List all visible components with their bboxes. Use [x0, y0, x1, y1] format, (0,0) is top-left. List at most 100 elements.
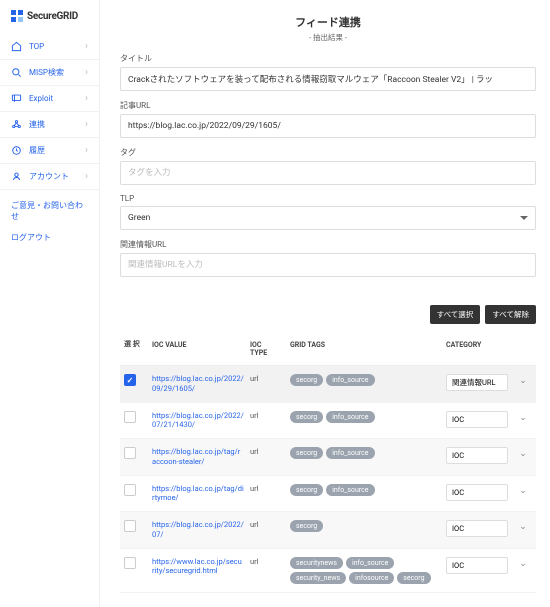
row-checkbox[interactable] [124, 374, 136, 386]
sidebar-item-label: MISP検索 [29, 67, 64, 78]
ioc-type: url [250, 520, 284, 529]
chevron-down-icon[interactable]: ⌄ [514, 447, 532, 459]
select-all-button[interactable]: すべて選択 [430, 305, 481, 324]
chevron-right-icon: › [85, 67, 88, 78]
title-input[interactable] [120, 67, 536, 91]
grid-tag: securitynews [290, 557, 343, 569]
sidebar-item-flag[interactable]: Exploit › [0, 86, 99, 112]
chevron-down-icon[interactable]: ⌄ [514, 484, 532, 496]
grid-tags: secorginfo_source [290, 411, 440, 423]
logout-link[interactable]: ログアウト [11, 232, 88, 243]
sidebar-item-label: Exploit [29, 94, 53, 103]
sidebar-item-label: 履歴 [29, 145, 45, 156]
grid-tag: secorg [397, 572, 430, 584]
row-checkbox[interactable] [124, 484, 136, 496]
grid-tag: info_source [326, 374, 374, 386]
row-checkbox[interactable] [124, 520, 136, 532]
sidebar-item-home[interactable]: TOP › [0, 34, 99, 60]
user-icon [11, 171, 22, 182]
tag-input[interactable] [120, 161, 536, 185]
related-url-input[interactable] [120, 253, 536, 277]
grid-tag: security_news [290, 572, 346, 584]
article-url-input[interactable] [120, 114, 536, 138]
grid-tags: secorg [290, 520, 440, 532]
feedback-link[interactable]: ご意見・お問い合わせ [11, 200, 88, 222]
sidebar-item-user[interactable]: アカウント› [0, 164, 99, 190]
ioc-type: url [250, 374, 284, 383]
grid-tag: secorg [290, 484, 323, 496]
ioc-type: url [250, 484, 284, 493]
grid-tag: secorg [290, 411, 323, 423]
main-content: フィード連携 - 抽出結果 - タイトル 記事URL タグ TLP 関連情報UR… [100, 0, 550, 607]
sidebar-item-label: 連携 [29, 119, 45, 130]
tlp-label: TLP [120, 194, 536, 203]
table-header: 選 択 IOC VALUE IOC TYPE GRID TAGS CATEGOR… [120, 333, 536, 366]
history-icon [11, 145, 22, 156]
ioc-value-link[interactable]: https://www.lac.co.jp/security/securegri… [152, 557, 244, 577]
grid-tags: secorginfo_source [290, 484, 440, 496]
category-select[interactable] [446, 374, 508, 391]
ioc-table: 選 択 IOC VALUE IOC TYPE GRID TAGS CATEGOR… [120, 333, 536, 593]
grid-tags: secorginfo_source [290, 447, 440, 459]
chevron-right-icon: › [85, 41, 88, 52]
chevron-right-icon: › [85, 145, 88, 156]
sidebar-item-history[interactable]: 履歴 › [0, 138, 99, 164]
category-select[interactable] [446, 484, 508, 501]
home-icon [11, 41, 22, 52]
network-icon [11, 119, 22, 130]
ioc-type: url [250, 447, 284, 456]
tlp-select[interactable] [120, 206, 536, 230]
grid-tag: secorg [290, 447, 323, 459]
table-row: https://www.lac.co.jp/security/securegri… [120, 549, 536, 593]
related-url-label: 関連情報URL [120, 239, 536, 250]
chevron-down-icon[interactable]: ⌄ [514, 557, 532, 569]
category-select[interactable] [446, 520, 508, 537]
deselect-all-button[interactable]: すべて解除 [485, 305, 536, 324]
table-row: https://blog.lac.co.jp/2022/07/url secorg… [120, 512, 536, 549]
row-checkbox[interactable] [124, 411, 136, 423]
chevron-down-icon[interactable]: ⌄ [514, 411, 532, 423]
ioc-type: url [250, 411, 284, 420]
col-grid-tags: GRID TAGS [290, 341, 440, 349]
ioc-value-link[interactable]: https://blog.lac.co.jp/2022/09/29/1605/ [152, 374, 244, 394]
row-checkbox[interactable] [124, 557, 136, 569]
page-subtitle: - 抽出結果 - [120, 32, 536, 43]
category-select[interactable] [446, 557, 508, 574]
table-row: https://blog.lac.co.jp/tag/raccoon-steal… [120, 439, 536, 476]
flag-icon [11, 93, 22, 104]
chevron-right-icon: › [85, 119, 88, 130]
page-title: フィード連携 [120, 14, 536, 30]
chevron-down-icon[interactable]: ⌄ [514, 374, 532, 386]
grid-tags: secorginfo_source [290, 374, 440, 386]
ioc-type: url [250, 557, 284, 566]
sidebar-item-network[interactable]: 連携 › [0, 112, 99, 138]
sidebar-item-label: TOP [29, 42, 44, 51]
grid-tag: info_source [326, 411, 374, 423]
chevron-right-icon: › [85, 171, 88, 182]
grid-tag: secorg [290, 374, 323, 386]
grid-tag: info_source [326, 447, 374, 459]
category-select[interactable] [446, 411, 508, 428]
ioc-value-link[interactable]: https://blog.lac.co.jp/tag/raccoon-steal… [152, 447, 244, 467]
grid-tag: infosource [349, 572, 394, 584]
logo-icon [11, 10, 23, 22]
tag-label: タグ [120, 147, 536, 158]
title-label: タイトル [120, 53, 536, 64]
row-checkbox[interactable] [124, 447, 136, 459]
col-select: 選 択 [124, 341, 146, 348]
chevron-right-icon: › [85, 93, 88, 104]
category-select[interactable] [446, 447, 508, 464]
grid-tags: securitynewsinfo_sourcesecurity_newsinfo… [290, 557, 440, 584]
table-row: https://blog.lac.co.jp/tag/dirtymoe/urls… [120, 476, 536, 513]
col-ioc-value: IOC VALUE [152, 341, 244, 349]
table-row: https://blog.lac.co.jp/2022/09/29/1605/u… [120, 366, 536, 403]
col-category: CATEGORY [446, 341, 508, 349]
ioc-value-link[interactable]: https://blog.lac.co.jp/2022/07/21/1430/ [152, 411, 244, 431]
chevron-down-icon[interactable]: ⌄ [514, 520, 532, 532]
logo: SecureGRID [0, 10, 99, 34]
ioc-value-link[interactable]: https://blog.lac.co.jp/2022/07/ [152, 520, 244, 540]
ioc-value-link[interactable]: https://blog.lac.co.jp/tag/dirtymoe/ [152, 484, 244, 504]
grid-tag: info_source [346, 557, 394, 569]
sidebar-item-search[interactable]: MISP検索 › [0, 60, 99, 86]
grid-tag: secorg [290, 520, 323, 532]
